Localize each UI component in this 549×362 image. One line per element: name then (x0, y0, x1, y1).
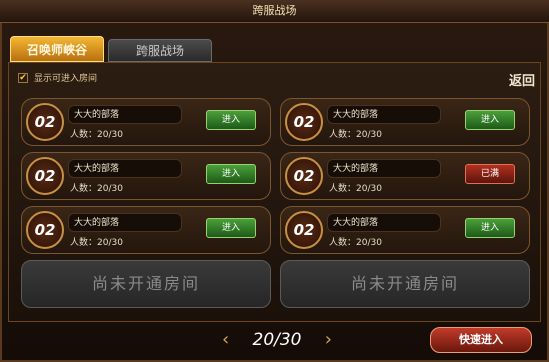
room-card: 02 大大的部落 人数：20/30 进入 (21, 98, 271, 146)
quick-enter-button[interactable]: 快速进入 (430, 327, 532, 353)
room-number-badge: 02 (285, 157, 323, 195)
room-number-badge: 02 (26, 103, 64, 141)
window-title: 跨服战场 (0, 0, 549, 23)
filter-label: 显示可进入房间 (34, 74, 98, 84)
room-name: 大大的部落 (333, 218, 379, 228)
prev-page-icon[interactable]: ‹ (222, 328, 229, 352)
enter-room-button[interactable]: 进入 (465, 218, 515, 238)
room-player-count: 人数：20/30 (329, 130, 382, 140)
checkbox-icon[interactable]: ✔ (18, 73, 28, 83)
room-player-count: 人数：20/30 (70, 184, 123, 194)
room-name: 大大的部落 (333, 164, 379, 174)
room-name: 大大的部落 (74, 164, 120, 174)
room-number-badge: 02 (26, 157, 64, 195)
enter-room-button[interactable]: 进入 (206, 110, 256, 130)
room-card: 02 大大的部落 人数：20/30 已满 (280, 152, 530, 200)
pagination: ‹ 20/30 › (222, 328, 332, 354)
empty-room-slot: 尚未开通房间 (280, 260, 530, 308)
back-button[interactable]: 返回 (509, 70, 535, 89)
page-indicator: 20/30 (252, 330, 302, 350)
room-card: 02 大大的部落 人数：20/30 进入 (280, 98, 530, 146)
room-name: 大大的部落 (74, 110, 120, 120)
enter-room-button[interactable]: 进入 (206, 164, 256, 184)
next-page-icon[interactable]: › (325, 328, 332, 352)
room-name: 大大的部落 (333, 110, 379, 120)
room-number-badge: 02 (26, 211, 64, 249)
room-name: 大大的部落 (74, 218, 120, 228)
room-number-badge: 02 (285, 211, 323, 249)
room-card: 02 大大的部落 人数：20/30 进入 (280, 206, 530, 254)
room-number-badge: 02 (285, 103, 323, 141)
tab-summoners-canyon[interactable]: 召唤师峡谷 (10, 36, 104, 62)
room-player-count: 人数：20/30 (70, 238, 123, 248)
room-full-button[interactable]: 已满 (465, 164, 515, 184)
room-card: 02 大大的部落 人数：20/30 进入 (21, 206, 271, 254)
room-player-count: 人数：20/30 (70, 130, 123, 140)
enter-room-button[interactable]: 进入 (206, 218, 256, 238)
enter-room-button[interactable]: 进入 (465, 110, 515, 130)
room-player-count: 人数：20/30 (329, 184, 382, 194)
room-player-count: 人数：20/30 (329, 238, 382, 248)
room-card: 02 大大的部落 人数：20/30 进入 (21, 152, 271, 200)
empty-room-slot: 尚未开通房间 (21, 260, 271, 308)
tab-cross-server[interactable]: 跨服战场 (108, 39, 212, 62)
